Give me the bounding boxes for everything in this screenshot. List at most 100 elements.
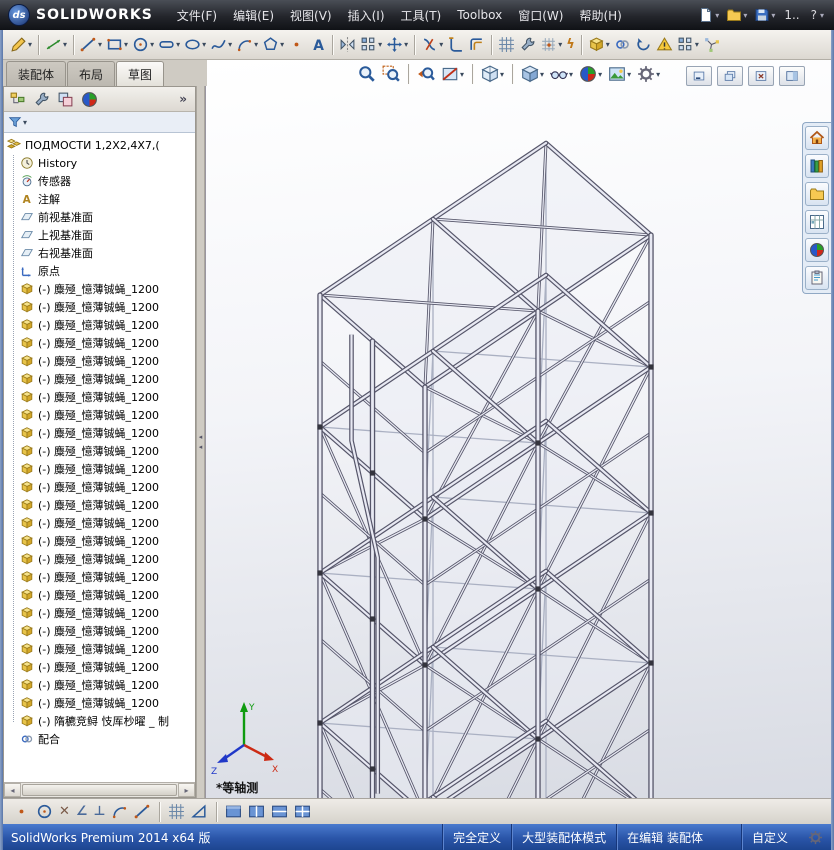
snap-intersection-icon[interactable]: ✕ — [57, 802, 72, 821]
dropdown-caret-icon[interactable]: ▾ — [228, 40, 232, 49]
tree-filter-icon[interactable]: ▾ — [6, 114, 29, 130]
single-view-icon[interactable] — [223, 802, 244, 821]
ellipse-icon[interactable]: ▾ — [182, 35, 208, 54]
slot-icon[interactable]: ▾ — [156, 35, 182, 54]
dropdown-caret-icon[interactable]: ▾ — [598, 70, 602, 79]
previous-view-icon[interactable] — [415, 64, 437, 84]
dropdown-caret-icon[interactable]: ▾ — [176, 40, 180, 49]
tree-item-component-last[interactable]: (-) 隋穮竞鲟 忮厍杪曜 _ 制 — [4, 712, 195, 730]
grid-settings-icon[interactable] — [166, 802, 187, 821]
edit-appearance-icon[interactable]: ▾ — [577, 64, 604, 84]
sketch-icon[interactable]: ▾ — [8, 35, 34, 54]
status-options-icon[interactable] — [808, 830, 823, 845]
tree-item-component[interactable]: (-) 麋殛_憶薄铖蝇_1200 — [4, 370, 195, 388]
spline-icon[interactable]: ▾ — [208, 35, 234, 54]
tree-item-component[interactable]: (-) 麋殛_憶薄铖蝇_1200 — [4, 406, 195, 424]
menu-edit[interactable]: 编辑(E) — [225, 3, 282, 28]
hide-show-items-icon[interactable]: ▾ — [548, 64, 575, 84]
dropdown-caret-icon[interactable]: ▾ — [404, 40, 408, 49]
mate-icon[interactable] — [612, 35, 633, 54]
tab-sketch[interactable]: 草图 — [116, 61, 165, 86]
polygon-icon[interactable]: ▾ — [260, 35, 286, 54]
tree-item-history[interactable]: History — [4, 154, 195, 172]
tree-item-top-plane[interactable]: 上视基准面 — [4, 226, 195, 244]
view-settings-icon[interactable]: ▾ — [635, 64, 662, 84]
tree-item-component[interactable]: (-) 麋殛_憶薄铖蝇_1200 — [4, 568, 195, 586]
smart-dimension-icon[interactable]: ▾ — [43, 35, 69, 54]
collapse-task-pane-button[interactable] — [779, 66, 805, 86]
dropdown-caret-icon[interactable]: ▾ — [280, 40, 284, 49]
dropdown-caret-icon[interactable]: ▾ — [569, 70, 573, 79]
snap-angle-icon[interactable]: ∠ — [74, 802, 90, 821]
close-document-button[interactable] — [748, 66, 774, 86]
arc-icon[interactable]: ▾ — [234, 35, 260, 54]
open-document-icon[interactable]: ▾ — [724, 6, 749, 24]
tree-item-component[interactable]: (-) 麋殛_憶薄铖蝇_1200 — [4, 424, 195, 442]
tree-item-origin[interactable]: 原点 — [4, 262, 195, 280]
tree-item-front-plane[interactable]: 前视基准面 — [4, 208, 195, 226]
display-delete-relations-icon[interactable] — [496, 35, 517, 54]
tree-horizontal-scrollbar[interactable]: ◂ ▸ — [4, 782, 195, 797]
two-view-horizontal-icon[interactable] — [246, 802, 267, 821]
rapid-sketch-icon[interactable]: ϟ — [564, 35, 577, 54]
rectangle-icon[interactable]: ▾ — [104, 35, 130, 54]
graphics-viewport[interactable]: Y X Z ▾ ▾ ▾ ▾ ▾ ▾ ▾ *等轴测 — [205, 60, 831, 798]
dropdown-caret-icon[interactable]: ▾ — [743, 11, 747, 20]
tree-item-component[interactable]: (-) 麋殛_憶薄铖蝇_1200 — [4, 334, 195, 352]
line-icon[interactable]: ▾ — [78, 35, 104, 54]
tab-layout[interactable]: 布局 — [67, 61, 116, 86]
status-item[interactable]: 在编辑 装配体 — [616, 824, 713, 850]
window-list-label[interactable]: 1.. — [780, 7, 803, 23]
dropdown-caret-icon[interactable]: ▾ — [98, 40, 102, 49]
feature-manager-tab[interactable] — [7, 90, 28, 109]
appearances-tab[interactable] — [805, 238, 829, 262]
tree-item-component[interactable]: (-) 麋殛_憶薄铖蝇_1200 — [4, 622, 195, 640]
menu-window[interactable]: 窗口(W) — [510, 3, 571, 28]
tree-item-component[interactable]: (-) 麋殛_憶薄铖蝇_1200 — [4, 658, 195, 676]
tree-item-component[interactable]: (-) 麋殛_憶薄铖蝇_1200 — [4, 496, 195, 514]
dropdown-caret-icon[interactable]: ▾ — [500, 70, 504, 79]
dropdown-caret-icon[interactable]: ▾ — [124, 40, 128, 49]
display-manager-tab[interactable] — [79, 90, 100, 109]
two-view-vertical-icon[interactable] — [269, 802, 290, 821]
expand-pane-button[interactable]: » — [174, 92, 192, 106]
dropdown-caret-icon[interactable]: ▾ — [202, 40, 206, 49]
offset-entities-icon[interactable] — [466, 35, 487, 54]
scroll-thumb[interactable] — [22, 784, 177, 796]
tree-item-component[interactable]: (-) 麋殛_憶薄铖蝇_1200 — [4, 532, 195, 550]
tree-item-component[interactable]: (-) 麋殛_憶薄铖蝇_1200 — [4, 640, 195, 658]
snap-perpendicular-icon[interactable]: ⊥ — [92, 802, 108, 821]
tree-item-component[interactable]: (-) 麋殛_憶薄铖蝇_1200 — [4, 676, 195, 694]
point-icon[interactable] — [286, 35, 307, 54]
tree-item-component[interactable]: (-) 麋殛_憶薄铖蝇_1200 — [4, 316, 195, 334]
dropdown-caret-icon[interactable]: ▾ — [558, 40, 562, 49]
trim-entities-icon[interactable]: ▾ — [419, 35, 445, 54]
property-manager-tab[interactable] — [31, 90, 52, 109]
dropdown-caret-icon[interactable]: ▾ — [540, 70, 544, 79]
tree-item-component[interactable]: (-) 麋殛_憶薄铖蝇_1200 — [4, 442, 195, 460]
apply-scene-icon[interactable]: ▾ — [606, 64, 633, 84]
tree-item-component[interactable]: (-) 麋殛_憶薄铖蝇_1200 — [4, 388, 195, 406]
solidworks-resources-tab[interactable] — [805, 126, 829, 150]
dropdown-caret-icon[interactable]: ▾ — [771, 11, 775, 20]
tree-item-component[interactable]: (-) 麋殛_憶薄铖蝇_1200 — [4, 586, 195, 604]
display-style-icon[interactable]: ▾ — [519, 64, 546, 84]
minimize-document-button[interactable] — [686, 66, 712, 86]
dropdown-caret-icon[interactable]: ▾ — [460, 70, 464, 79]
assembly-pattern-icon[interactable]: ▾ — [675, 35, 701, 54]
dropdown-caret-icon[interactable]: ▾ — [820, 11, 824, 20]
tree-item-component[interactable]: (-) 麋殛_憶薄铖蝇_1200 — [4, 298, 195, 316]
tree-item-component[interactable]: (-) 麋殛_憶薄铖蝇_1200 — [4, 604, 195, 622]
design-library-tab[interactable] — [805, 154, 829, 178]
dropdown-caret-icon[interactable]: ▾ — [715, 11, 719, 20]
status-item[interactable]: 完全定义 — [442, 824, 511, 850]
scroll-right-button[interactable]: ▸ — [178, 783, 195, 797]
panel-splitter[interactable]: ◂ ◂ — [196, 86, 205, 798]
dropdown-caret-icon[interactable]: ▾ — [378, 40, 382, 49]
menu-insert[interactable]: 插入(I) — [340, 3, 393, 28]
dropdown-caret-icon[interactable]: ▾ — [150, 40, 154, 49]
tree-item-component[interactable]: (-) 麋殛_憶薄铖蝇_1200 — [4, 280, 195, 298]
file-explorer-tab[interactable] — [805, 182, 829, 206]
four-view-icon[interactable] — [292, 802, 313, 821]
new-document-icon[interactable]: ▾ — [696, 6, 721, 24]
